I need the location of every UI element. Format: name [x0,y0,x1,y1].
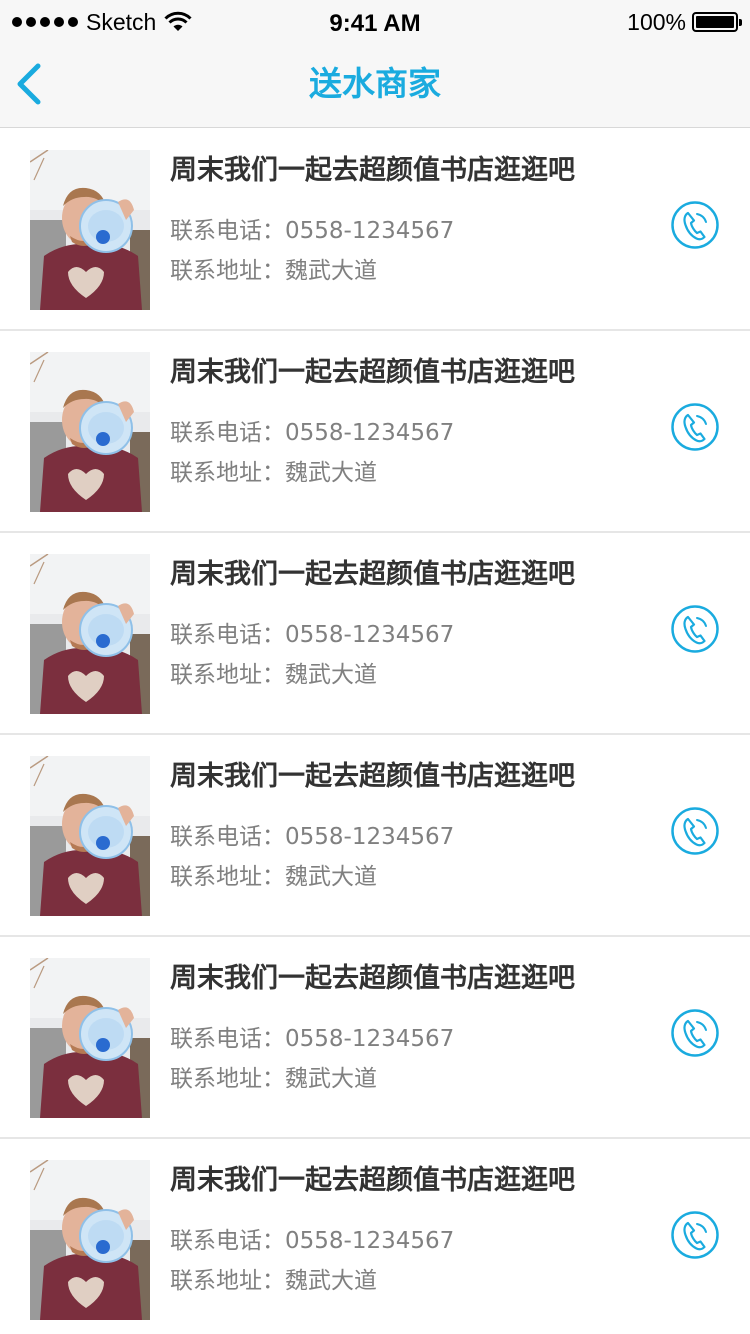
phone-label: 联系电话： [170,622,285,648]
merchant-phone: 联系电话：0558-1234567 [170,1226,454,1256]
merchant-photo [30,1160,150,1320]
phone-call-icon[interactable] [670,200,720,250]
merchant-list-item[interactable]: 周末我们一起去超颜值书店逛逛吧 联系电话：0558-1234567 联系地址：魏… [0,735,750,937]
merchant-list: 周末我们一起去超颜值书店逛逛吧 联系电话：0558-1234567 联系地址：魏… [0,129,750,1334]
merchant-list-item[interactable]: 周末我们一起去超颜值书店逛逛吧 联系电话：0558-1234567 联系地址：魏… [0,533,750,735]
merchant-address: 联系地址：魏武大道 [170,256,377,286]
address-label: 联系地址： [170,258,285,284]
merchant-address: 联系地址：魏武大道 [170,1266,377,1296]
status-bar: Sketch 9:41 AM 100% [0,0,750,40]
phone-call-icon[interactable] [670,1008,720,1058]
merchant-list-item[interactable]: 周末我们一起去超颜值书店逛逛吧 联系电话：0558-1234567 联系地址：魏… [0,937,750,1139]
merchant-name: 周末我们一起去超颜值书店逛逛吧 [170,357,575,388]
merchant-name: 周末我们一起去超颜值书店逛逛吧 [170,1165,575,1196]
merchant-phone: 联系电话：0558-1234567 [170,620,454,650]
merchant-name: 周末我们一起去超颜值书店逛逛吧 [170,963,575,994]
page-title: 送水商家 [309,64,441,103]
merchant-address: 联系地址：魏武大道 [170,458,377,488]
merchant-phone: 联系电话：0558-1234567 [170,216,454,246]
phone-label: 联系电话： [170,824,285,850]
address-label: 联系地址： [170,1268,285,1294]
address-label: 联系地址： [170,460,285,486]
navigation-bar: 送水商家 [0,40,750,128]
status-right: 100% [627,8,742,35]
phone-number: 0558-1234567 [285,622,455,648]
merchant-photo [30,352,150,512]
merchant-photo [30,756,150,916]
merchant-name: 周末我们一起去超颜值书店逛逛吧 [170,155,575,186]
merchant-address: 联系地址：魏武大道 [170,660,377,690]
merchant-phone: 联系电话：0558-1234567 [170,418,454,448]
phone-label: 联系电话： [170,218,285,244]
phone-label: 联系电话： [170,1026,285,1052]
address-value: 魏武大道 [285,662,377,688]
address-value: 魏武大道 [285,1066,377,1092]
merchant-address: 联系地址：魏武大道 [170,1064,377,1094]
merchant-address: 联系地址：魏武大道 [170,862,377,892]
merchant-photo [30,554,150,714]
merchant-name: 周末我们一起去超颜值书店逛逛吧 [170,559,575,590]
phone-call-icon[interactable] [670,806,720,856]
merchant-phone: 联系电话：0558-1234567 [170,822,454,852]
merchant-name: 周末我们一起去超颜值书店逛逛吧 [170,761,575,792]
address-value: 魏武大道 [285,1268,377,1294]
phone-number: 0558-1234567 [285,1026,455,1052]
phone-label: 联系电话： [170,1228,285,1254]
address-label: 联系地址： [170,864,285,890]
battery-percent: 100% [627,8,686,35]
phone-call-icon[interactable] [670,604,720,654]
phone-call-icon[interactable] [670,1210,720,1260]
phone-number: 0558-1234567 [285,1228,455,1254]
address-value: 魏武大道 [285,864,377,890]
merchant-photo [30,150,150,310]
phone-number: 0558-1234567 [285,824,455,850]
merchant-list-item[interactable]: 周末我们一起去超颜值书店逛逛吧 联系电话：0558-1234567 联系地址：魏… [0,331,750,533]
battery-icon [692,12,742,32]
phone-number: 0558-1234567 [285,218,455,244]
merchant-phone: 联系电话：0558-1234567 [170,1024,454,1054]
merchant-list-item[interactable]: 周末我们一起去超颜值书店逛逛吧 联系电话：0558-1234567 联系地址：魏… [0,129,750,331]
phone-label: 联系电话： [170,420,285,446]
address-value: 魏武大道 [285,460,377,486]
address-label: 联系地址： [170,1066,285,1092]
merchant-photo [30,958,150,1118]
address-value: 魏武大道 [285,258,377,284]
merchant-list-item[interactable]: 周末我们一起去超颜值书店逛逛吧 联系电话：0558-1234567 联系地址：魏… [0,1139,750,1334]
phone-call-icon[interactable] [670,402,720,452]
phone-number: 0558-1234567 [285,420,455,446]
address-label: 联系地址： [170,662,285,688]
